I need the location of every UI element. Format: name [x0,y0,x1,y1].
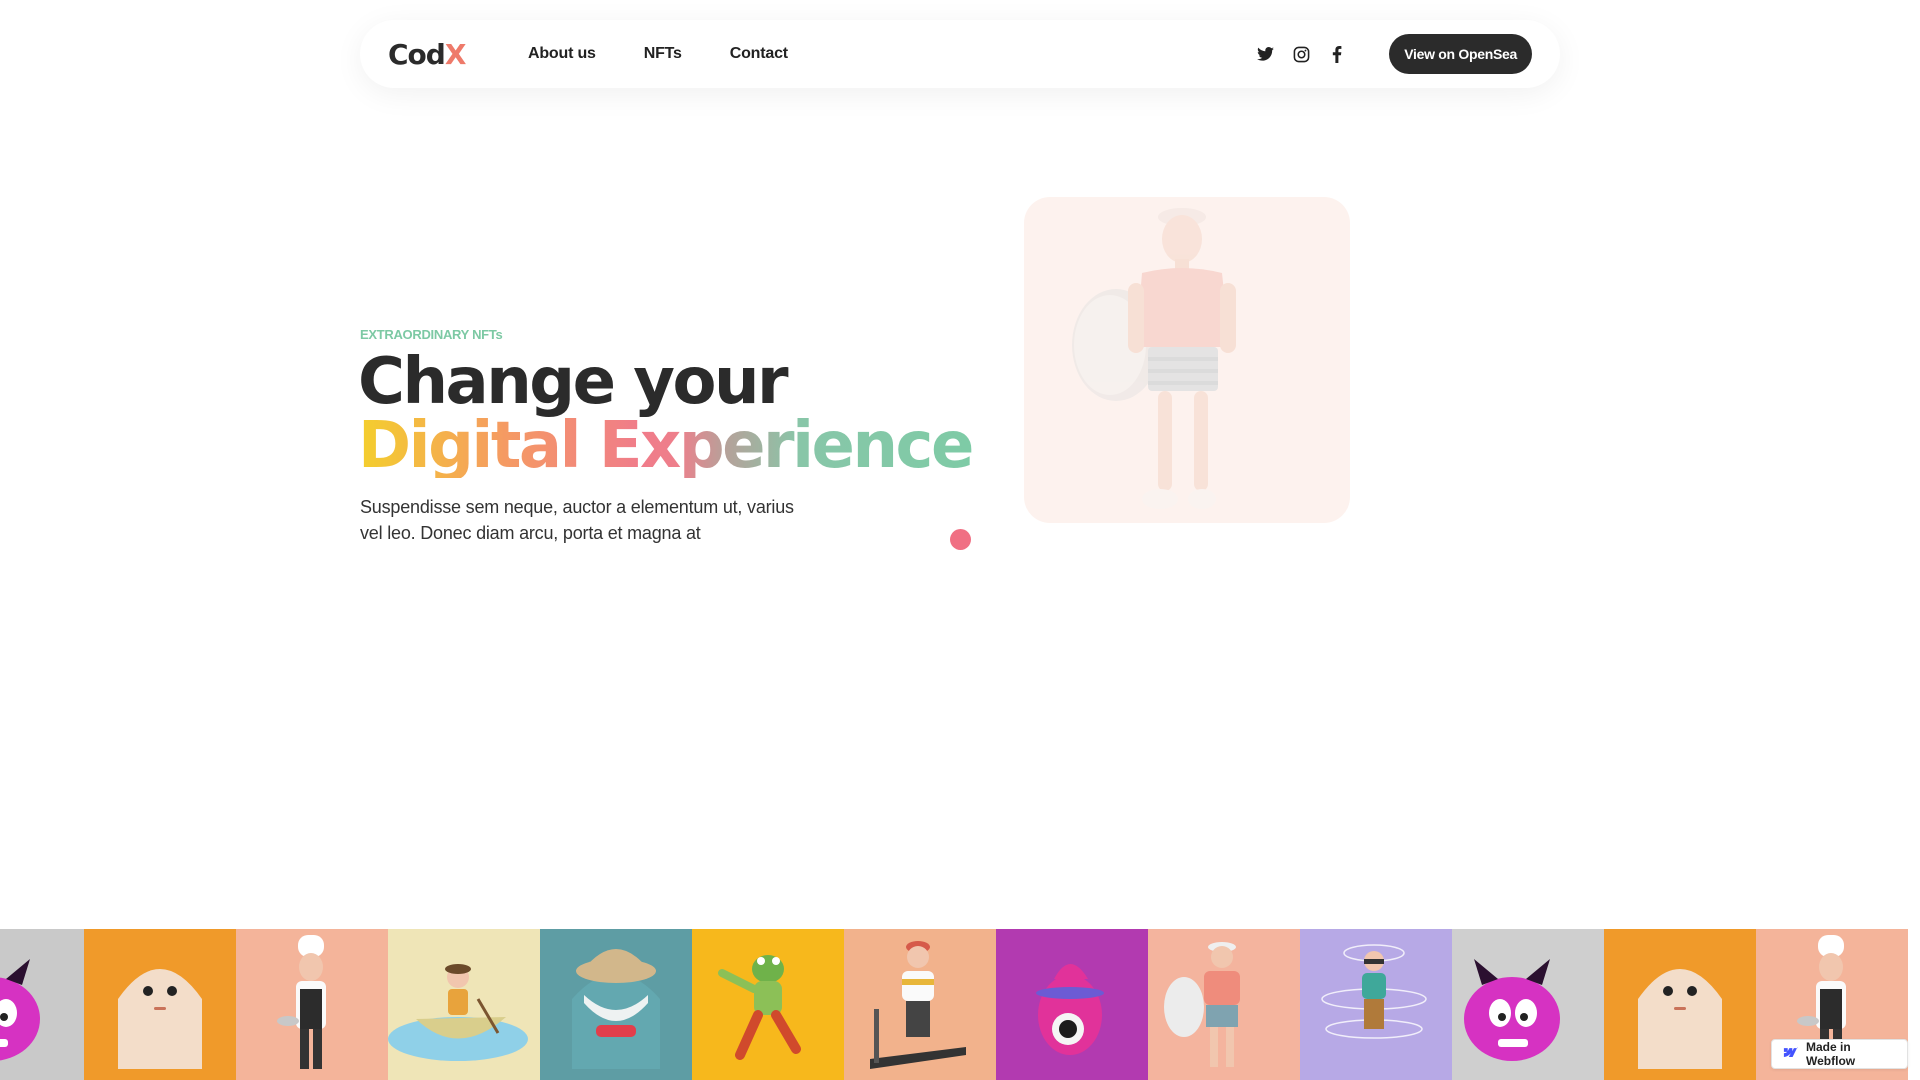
nav-links: About us NFTs Contact [528,45,788,63]
surfer-character-image [1072,208,1236,509]
nft-tile-rowboat-boy[interactable] [388,929,540,1080]
pink-devil-image [0,959,40,1061]
teal-monster-image [572,949,660,1069]
nft-tile-magenta-cyclops[interactable] [996,929,1148,1080]
made-in-webflow-badge[interactable]: Made in Webflow [1771,1039,1908,1069]
treadmill-runner-image [870,941,966,1069]
nft-tile-ghost[interactable] [1604,929,1756,1080]
logo-main: Cod [388,37,446,71]
instagram-icon[interactable] [1291,44,1311,64]
nav-link-nfts[interactable]: NFTs [644,45,682,63]
badge-label: Made in Webflow [1806,1040,1856,1068]
hero-nft-card[interactable] [1024,197,1350,523]
nft-tile-vr-player[interactable] [1300,929,1452,1080]
nav-link-contact[interactable]: Contact [730,45,788,63]
nft-tile-chef[interactable] [236,929,388,1080]
surfer-image [1164,942,1240,1067]
navbar: CodX About us NFTs Contact View on OpenS… [360,20,1560,88]
headline-line-1: Change your [358,345,789,419]
nft-tile-pink-devil[interactable] [0,929,84,1080]
nft-tile-pink-devil[interactable] [1452,929,1604,1080]
nft-strip [0,929,1920,1080]
ghost-image [118,969,202,1069]
chef-image [277,935,326,1069]
twitter-icon[interactable] [1255,44,1275,64]
magenta-cyclops-image [1036,964,1104,1055]
green-frog-runner-image [718,955,801,1060]
ghost-image [1638,969,1722,1069]
hero-description: Suspendisse sem neque, auctor a elementu… [360,497,794,543]
logo[interactable]: CodX [388,38,528,71]
nft-tile-surfer[interactable] [1148,929,1300,1080]
nft-tile-green-frog-runner[interactable] [692,929,844,1080]
rowboat-boy-image [388,964,528,1061]
pink-devil-image [1464,959,1560,1061]
facebook-icon[interactable] [1327,44,1347,64]
nft-tile-treadmill-runner[interactable] [844,929,996,1080]
nft-tile-teal-monster[interactable] [540,929,692,1080]
headline-line-2: Digital Experience [358,409,974,483]
social-links [1255,44,1347,64]
nft-tile-ghost[interactable] [84,929,236,1080]
hero-headline: Change your Digital Experience [358,350,974,483]
webflow-icon [1782,1047,1798,1061]
cursor-dot [950,529,971,550]
vr-player-image [1321,944,1427,1039]
hero-eyebrow: EXTRAORDINARY NFTs [360,327,503,342]
logo-accent: X [444,37,467,71]
view-on-opensea-button[interactable]: View on OpenSea [1389,34,1532,74]
nav-right: View on OpenSea [1255,34,1532,74]
nav-link-about[interactable]: About us [528,45,596,63]
